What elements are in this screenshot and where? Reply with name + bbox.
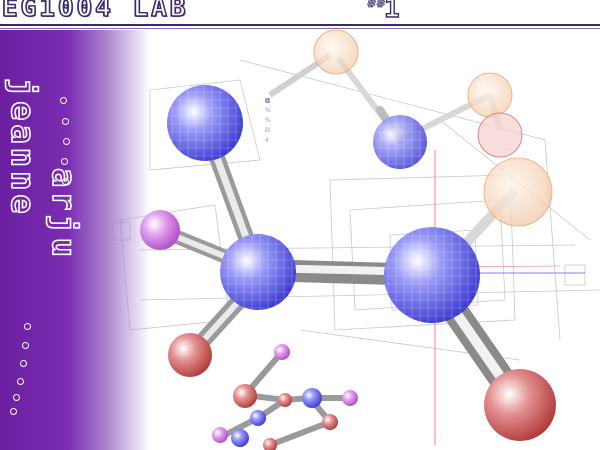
lab-title: EG1004 LAB <box>1 0 189 23</box>
svg-text:₪: ₪ <box>265 127 270 134</box>
ring-decoration <box>20 360 27 367</box>
ring-decoration <box>63 138 70 145</box>
axis-glyphs: % % ₪ 4 <box>265 98 271 144</box>
ring-decoration <box>61 158 68 165</box>
ring-decoration <box>62 178 69 185</box>
author-first-name: jeanne <box>3 77 43 218</box>
svg-text:%: % <box>265 117 271 124</box>
ring-decoration <box>22 342 29 349</box>
svg-text:4: 4 <box>265 137 269 144</box>
lab-number: 1 <box>383 0 400 25</box>
header-divider <box>0 24 600 26</box>
ring-decoration <box>62 118 69 125</box>
ring-decoration <box>60 97 67 104</box>
lab-cover: % % ₪ 4 jeanne arju EG1004 LAB ## 1 <box>0 0 600 450</box>
lab-number-mark: ## <box>367 0 386 10</box>
ring-decoration <box>10 408 17 415</box>
ring-decoration <box>17 378 24 385</box>
header-divider-thin <box>0 28 600 29</box>
small-molecule <box>212 344 358 450</box>
ring-decoration <box>13 394 20 401</box>
ring-decoration <box>24 323 31 330</box>
svg-text:%: % <box>265 107 271 114</box>
